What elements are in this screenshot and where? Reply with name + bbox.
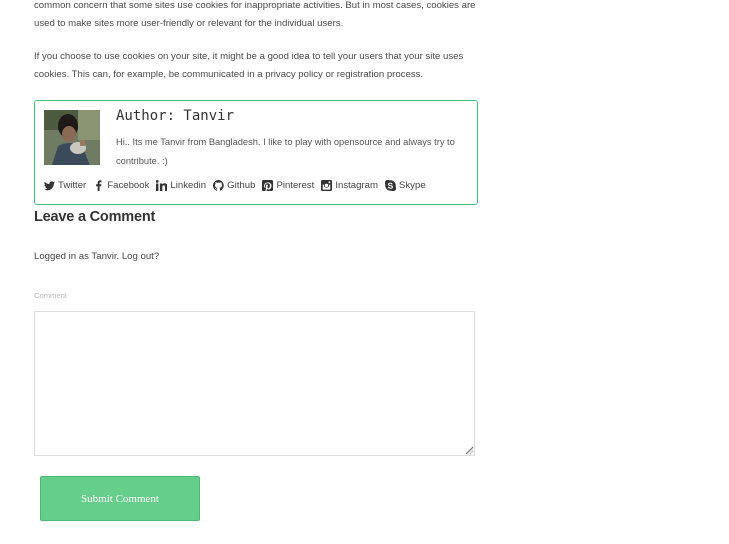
article-paragraph: If you choose to use cookies on your sit… xyxy=(34,51,464,80)
social-link-github[interactable]: Github xyxy=(213,180,255,191)
author-title: Author: Tanvir xyxy=(116,108,235,124)
github-icon xyxy=(213,180,224,191)
social-link-twitter[interactable]: Twitter xyxy=(44,180,86,191)
author-avatar xyxy=(44,110,100,165)
instagram-icon xyxy=(321,180,333,191)
social-label: Facebook xyxy=(107,180,150,191)
social-link-instagram[interactable]: Instagram xyxy=(321,180,378,191)
social-links: Twitter Facebook Linkedin Github Pintere… xyxy=(44,180,433,191)
author-box: Author: Tanvir Hi.. Its me Tanvir from B… xyxy=(34,100,478,205)
logout-link[interactable]: Log out? xyxy=(122,251,159,262)
resize-grip-icon[interactable] xyxy=(466,447,474,455)
social-label: Pinterest xyxy=(276,180,315,191)
submit-comment-button[interactable]: Submit Comment xyxy=(40,476,200,521)
social-label: Twitter xyxy=(58,180,87,191)
social-label: Instagram xyxy=(335,180,378,191)
facebook-icon xyxy=(96,180,102,191)
social-label: Skype xyxy=(398,180,426,191)
comment-field-label: Comment xyxy=(34,291,67,300)
social-link-skype[interactable]: Skype xyxy=(384,180,426,191)
linkedin-icon xyxy=(156,180,168,191)
skype-icon xyxy=(384,180,396,191)
social-label: Linkedin xyxy=(170,180,207,191)
logged-in-text: Logged in as Tanvir. Log out? xyxy=(34,251,159,262)
social-link-pinterest[interactable]: Pinterest xyxy=(262,180,314,191)
social-link-facebook[interactable]: Facebook xyxy=(93,180,149,191)
pinterest-icon xyxy=(262,180,274,191)
logged-in-label: Logged in as Tanvir. xyxy=(34,251,120,262)
social-link-linkedin[interactable]: Linkedin xyxy=(156,180,206,191)
author-bio: Hi.. Its me Tanvir from Bangladesh. I li… xyxy=(116,137,455,166)
leave-comment-heading: Leave a Comment xyxy=(34,209,156,225)
article-paragraph: common concern that some sites use cooki… xyxy=(34,0,476,29)
twitter-icon xyxy=(44,181,55,191)
social-label: Github xyxy=(227,180,256,191)
comment-textarea[interactable] xyxy=(34,311,475,456)
